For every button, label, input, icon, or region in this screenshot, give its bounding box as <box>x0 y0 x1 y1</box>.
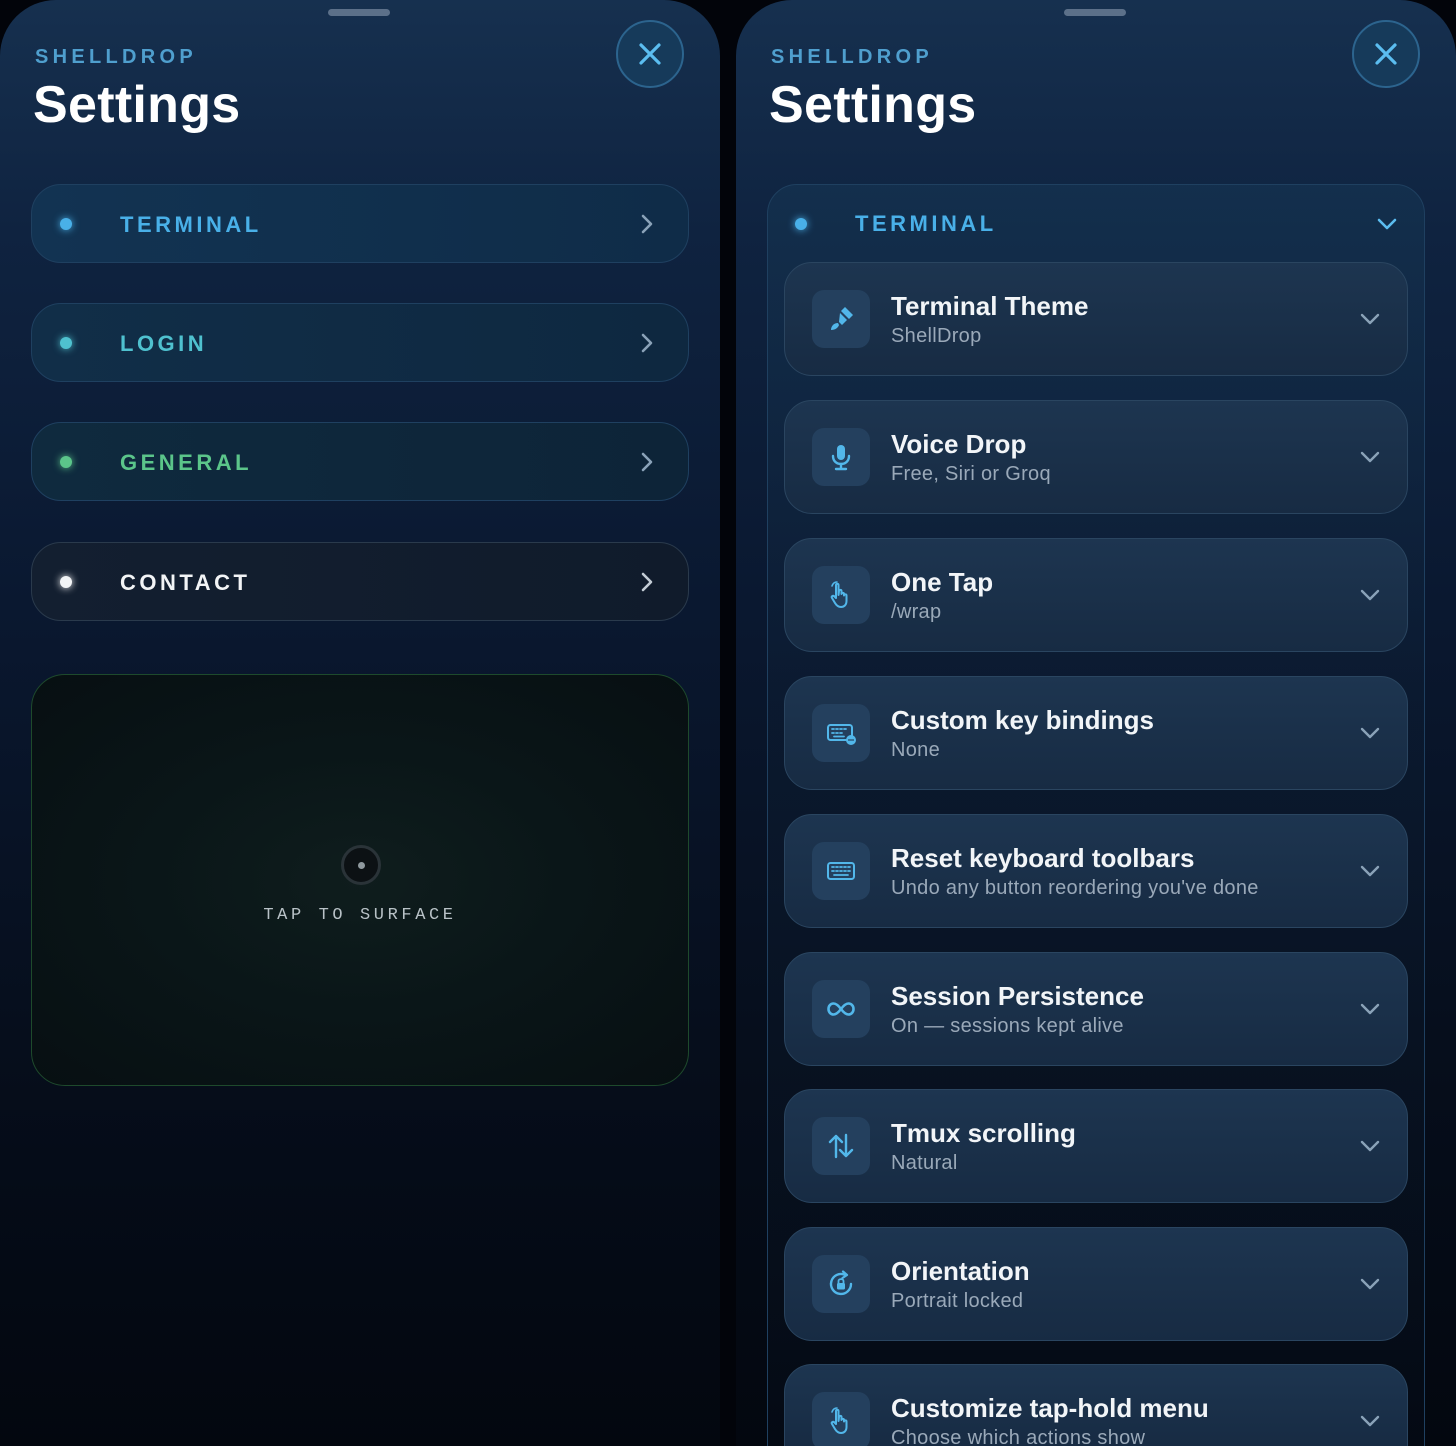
setting-title: Tmux scrolling <box>891 1118 1076 1148</box>
setting-one-tap[interactable]: One Tap /wrap <box>784 538 1408 652</box>
chevron-down-icon[interactable] <box>1376 213 1398 235</box>
chevron-down-icon <box>1360 1140 1380 1152</box>
close-icon <box>1375 43 1397 65</box>
settings-sheet-collapsed: SHELLDROP Settings TERMINAL LOGIN GENERA… <box>0 0 720 1446</box>
setting-value: Portrait locked <box>891 1290 1024 1312</box>
settings-sheet-expanded: SHELLDROP Settings TERMINAL Terminal The… <box>736 0 1456 1446</box>
chevron-down-icon <box>1360 589 1380 601</box>
close-button[interactable] <box>616 20 684 88</box>
section-label: LOGIN <box>120 331 208 356</box>
close-button[interactable] <box>1352 20 1420 88</box>
tap-hand-icon <box>830 581 848 608</box>
setting-value: Natural <box>891 1152 958 1174</box>
icon-tile <box>812 566 870 624</box>
chevron-down-icon <box>1360 313 1380 325</box>
setting-custom-key-bindings[interactable]: Custom key bindings None <box>784 676 1408 790</box>
chevron-down-icon <box>1360 1415 1380 1427</box>
icon-tile <box>812 428 870 486</box>
section-contact[interactable]: CONTACT <box>31 542 689 621</box>
section-label: TERMINAL <box>120 212 262 237</box>
chevron-down-icon <box>1360 727 1380 739</box>
icon-tile <box>812 980 870 1038</box>
setting-title: Orientation <box>891 1256 1030 1286</box>
setting-title: Voice Drop <box>891 429 1027 459</box>
setting-value: Free, Siri or Groq <box>891 463 1051 485</box>
rotation-lock-icon <box>829 1270 853 1296</box>
keyboard-badge-icon <box>827 724 856 745</box>
setting-title: Custom key bindings <box>891 705 1154 735</box>
status-dot <box>60 456 72 468</box>
sheet-grabber[interactable] <box>1064 9 1126 16</box>
infinity-icon <box>827 1002 855 1016</box>
setting-reset-keyboard-toolbars[interactable]: Reset keyboard toolbars Undo any button … <box>784 814 1408 928</box>
setting-session-persistence[interactable]: Session Persistence On — sessions kept a… <box>784 952 1408 1066</box>
setting-value: /wrap <box>891 601 942 623</box>
setting-title: One Tap <box>891 567 994 597</box>
section-login[interactable]: LOGIN <box>31 303 689 382</box>
section-general[interactable]: GENERAL <box>31 422 689 501</box>
section-terminal[interactable]: TERMINAL <box>31 184 689 263</box>
brand-label: SHELLDROP <box>35 46 198 68</box>
icon-tile <box>812 1255 870 1313</box>
setting-value: Undo any button reordering you've done <box>891 877 1259 899</box>
tap-surface-label: TAP TO SURFACE <box>263 906 457 925</box>
chevron-right-icon <box>641 452 653 472</box>
chevron-down-icon <box>1360 451 1380 463</box>
chevron-down-icon <box>1360 1278 1380 1290</box>
chevron-right-icon <box>641 333 653 353</box>
setting-title: Session Persistence <box>891 981 1144 1011</box>
setting-value: On — sessions kept alive <box>891 1015 1124 1037</box>
tap-hand-icon <box>830 1407 848 1434</box>
section-label: CONTACT <box>120 570 251 595</box>
setting-title: Reset keyboard toolbars <box>891 843 1195 873</box>
icon-tile <box>812 704 870 762</box>
keyboard-icon <box>827 862 855 880</box>
section-label[interactable]: TERMINAL <box>855 185 997 263</box>
icon-tile <box>812 1117 870 1175</box>
chevron-down-icon <box>1360 865 1380 877</box>
setting-title: Customize tap-hold menu <box>891 1393 1209 1423</box>
setting-title: Terminal Theme <box>891 291 1089 321</box>
setting-tmux-scrolling[interactable]: Tmux scrolling Natural <box>784 1089 1408 1203</box>
brand-label: SHELLDROP <box>771 46 934 68</box>
tap-surface[interactable]: TAP TO SURFACE <box>31 674 689 1086</box>
paintbrush-icon <box>831 307 853 330</box>
setting-voice-drop[interactable]: Voice Drop Free, Siri or Groq <box>784 400 1408 514</box>
chevron-right-icon <box>641 214 653 234</box>
setting-terminal-theme[interactable]: Terminal Theme ShellDrop <box>784 262 1408 376</box>
screen: SHELLDROP Settings TERMINAL LOGIN GENERA… <box>0 0 1456 1446</box>
sheet-grabber[interactable] <box>328 9 390 16</box>
page-title: Settings <box>769 76 977 134</box>
setting-value: ShellDrop <box>891 325 982 347</box>
arrows-updown-icon <box>828 1133 854 1159</box>
status-dot <box>60 337 72 349</box>
target-ring-icon <box>341 845 381 885</box>
status-dot <box>795 218 807 230</box>
chevron-down-icon <box>1360 1003 1380 1015</box>
setting-value: None <box>891 739 941 761</box>
status-dot <box>60 576 72 588</box>
icon-tile <box>812 842 870 900</box>
icon-tile <box>812 1392 870 1446</box>
icon-tile <box>812 290 870 348</box>
page-title: Settings <box>33 76 241 134</box>
setting-customize-tap-hold-menu[interactable]: Customize tap-hold menu Choose which act… <box>784 1364 1408 1446</box>
close-icon <box>639 43 661 65</box>
setting-value: Choose which actions show <box>891 1427 1146 1446</box>
status-dot <box>60 218 72 230</box>
chevron-right-icon <box>641 572 653 592</box>
setting-orientation[interactable]: Orientation Portrait locked <box>784 1227 1408 1341</box>
section-label: GENERAL <box>120 450 253 475</box>
microphone-icon <box>831 445 851 471</box>
